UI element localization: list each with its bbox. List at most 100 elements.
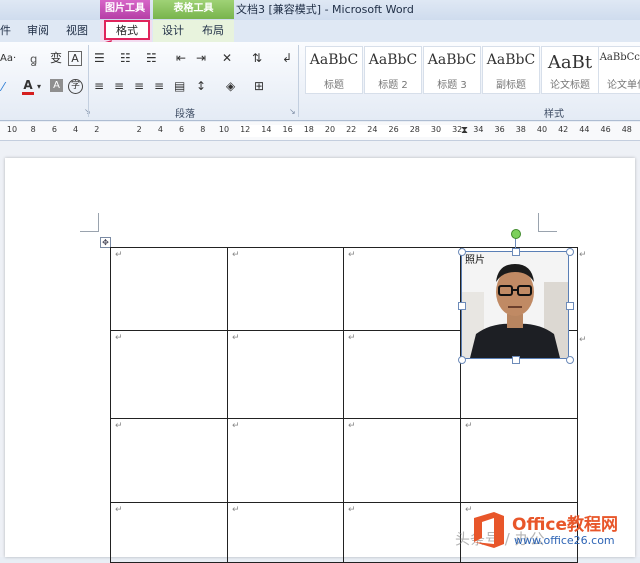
highlight-icon[interactable]: ⁄ — [2, 80, 4, 94]
ruler-tick-label: 38 — [515, 125, 526, 134]
chinese-layout-icon[interactable]: ✕ — [222, 51, 232, 65]
distributed-icon[interactable]: ▤ — [174, 79, 185, 93]
document-title: 文档3 [兼容模式] - Microsoft Word — [236, 3, 414, 16]
row-end-mark: ↵ — [579, 250, 587, 260]
show-marks-icon[interactable]: ↲ — [282, 51, 292, 65]
table-cell[interactable]: ↵ — [460, 418, 578, 503]
font-color-dropdown-icon[interactable]: ▾ — [37, 80, 41, 94]
ruler-tick-label: 24 — [367, 125, 378, 134]
borders-icon[interactable]: ⊞ — [254, 79, 264, 93]
paragraph-group-launcher-icon[interactable]: ↘ — [289, 107, 296, 116]
indent-marker-icon[interactable]: ⧗ — [461, 125, 468, 136]
enclose-char-icon[interactable]: A — [68, 51, 82, 66]
phonetic-guide-icon[interactable]: ꬶ — [30, 52, 37, 66]
change-case-button[interactable]: Aa· — [0, 52, 16, 66]
align-left-icon[interactable]: ≡ — [94, 79, 104, 93]
ruler-tick-label: 8 — [200, 125, 206, 134]
ruler-tick-label: 10 — [6, 125, 18, 134]
ruler-tick-label: 12 — [240, 125, 251, 134]
style-name: 标题 2 — [378, 80, 408, 91]
shading-icon[interactable]: ◈ — [226, 79, 235, 93]
multilevel-list-icon[interactable]: ☵ — [146, 51, 157, 65]
ruler-tick-label: 18 — [303, 125, 314, 134]
ruler-tick-label: 44 — [579, 125, 590, 134]
paragraph-group-label: 段落 — [175, 109, 195, 120]
table-cell[interactable]: ↵ — [343, 418, 461, 503]
numbering-icon[interactable]: ☷ — [120, 51, 131, 65]
ruler-tick-label: 6 — [51, 125, 57, 134]
style-gallery-item[interactable]: AaBbC 副标题 — [482, 46, 540, 94]
resize-handle[interactable] — [566, 356, 574, 364]
resize-handle[interactable] — [566, 302, 574, 310]
ribbon-separator — [88, 45, 89, 117]
line-spacing-icon[interactable]: ↕ — [196, 79, 206, 93]
bullets-icon[interactable]: ☰ — [94, 51, 105, 65]
resize-handle[interactable] — [458, 302, 466, 310]
style-preview: AaBbC — [368, 52, 418, 68]
style-gallery-item[interactable]: AaBt 论文标题 — [541, 46, 599, 94]
row-end-mark: ↵ — [579, 335, 587, 345]
table-cell[interactable]: ↵ — [227, 330, 344, 419]
ruler-tick-label: 30 — [430, 125, 442, 134]
char-shading-icon[interactable]: A — [50, 79, 63, 92]
ruler-tick-label: 16 — [282, 125, 293, 134]
style-gallery-item[interactable]: AaBbC 标题 2 — [364, 46, 422, 94]
style-gallery-item[interactable]: AaBbCcDd 论文单位 — [598, 46, 640, 94]
style-name: 标题 3 — [437, 80, 467, 91]
ruler-tick-label: 14 — [261, 125, 272, 134]
watermark-url: www.office26.com — [514, 534, 615, 547]
font-color-icon[interactable]: A — [22, 78, 34, 95]
ruler-tick-label: 2 — [136, 125, 142, 134]
resize-handle[interactable] — [512, 248, 520, 256]
table-cell[interactable]: ↵ — [110, 247, 228, 331]
selected-photo[interactable]: 照片 — [461, 251, 569, 359]
ruler-tick-label: 2 — [94, 125, 100, 134]
enclosed-char-icon[interactable]: 字 — [68, 79, 83, 94]
resize-handle[interactable] — [512, 356, 520, 364]
office-watermark: Office教程网 www.office26.com — [470, 508, 635, 554]
decrease-indent-icon[interactable]: ⇤ — [176, 51, 186, 65]
table-cell[interactable]: ↵ — [110, 502, 228, 563]
increase-indent-icon[interactable]: ⇥ — [196, 51, 206, 65]
margin-corner-mark — [80, 213, 99, 232]
tab-design[interactable]: 设计 — [158, 20, 188, 41]
ruler-tick-label: 8 — [30, 125, 36, 134]
ruler-tick-label: 20 — [324, 125, 336, 134]
styles-group-label: 样式 — [544, 109, 564, 120]
tab-review[interactable]: 审阅 — [25, 20, 51, 41]
resize-handle[interactable] — [566, 248, 574, 256]
table-cell[interactable]: ↵ — [227, 247, 344, 331]
table-cell[interactable]: ↵ — [343, 330, 461, 419]
rotate-handle-icon[interactable] — [511, 229, 521, 239]
align-center-icon[interactable]: ≡ — [114, 79, 124, 93]
ruler-tick-label: 26 — [388, 125, 399, 134]
tab-layout[interactable]: 布局 — [198, 20, 228, 41]
style-preview: AaBbC — [309, 52, 359, 68]
table-cell[interactable]: ↵ — [227, 418, 344, 503]
ruler-tick-label: 4 — [157, 125, 163, 134]
align-right-icon[interactable]: ≡ — [134, 79, 144, 93]
tab-file-partial[interactable]: 件 — [0, 20, 11, 41]
table-tools-context-label: 表格工具 — [153, 0, 234, 19]
resize-handle[interactable] — [458, 248, 466, 256]
ruler-tick-label: 6 — [179, 125, 185, 134]
table-cell[interactable]: ↵ — [343, 502, 461, 563]
style-name: 标题 — [324, 80, 344, 91]
table-cell[interactable]: ↵ — [227, 502, 344, 563]
portrait-image — [462, 252, 568, 358]
style-gallery-item[interactable]: AaBbC 标题 — [305, 46, 363, 94]
photo-label: 照片 — [465, 255, 485, 266]
watermark-brand: Office教程网 — [512, 515, 619, 535]
char-border-icon[interactable]: 变 — [50, 51, 62, 65]
table-cell[interactable]: ↵ — [343, 247, 461, 331]
style-gallery-item[interactable]: AaBbC 标题 3 — [423, 46, 481, 94]
resize-handle[interactable] — [458, 356, 466, 364]
sort-icon[interactable]: ⇅ — [252, 51, 262, 65]
picture-tools-context-label: 图片工具 — [100, 0, 150, 19]
ruler-tick-label: 40 — [536, 125, 548, 134]
justify-icon[interactable]: ≡ — [154, 79, 164, 93]
table-cell[interactable]: ↵ — [110, 418, 228, 503]
ruler-tick-label: 28 — [409, 125, 420, 134]
table-cell[interactable]: ↵ — [110, 330, 228, 419]
ruler-tick-label: 22 — [346, 125, 357, 134]
